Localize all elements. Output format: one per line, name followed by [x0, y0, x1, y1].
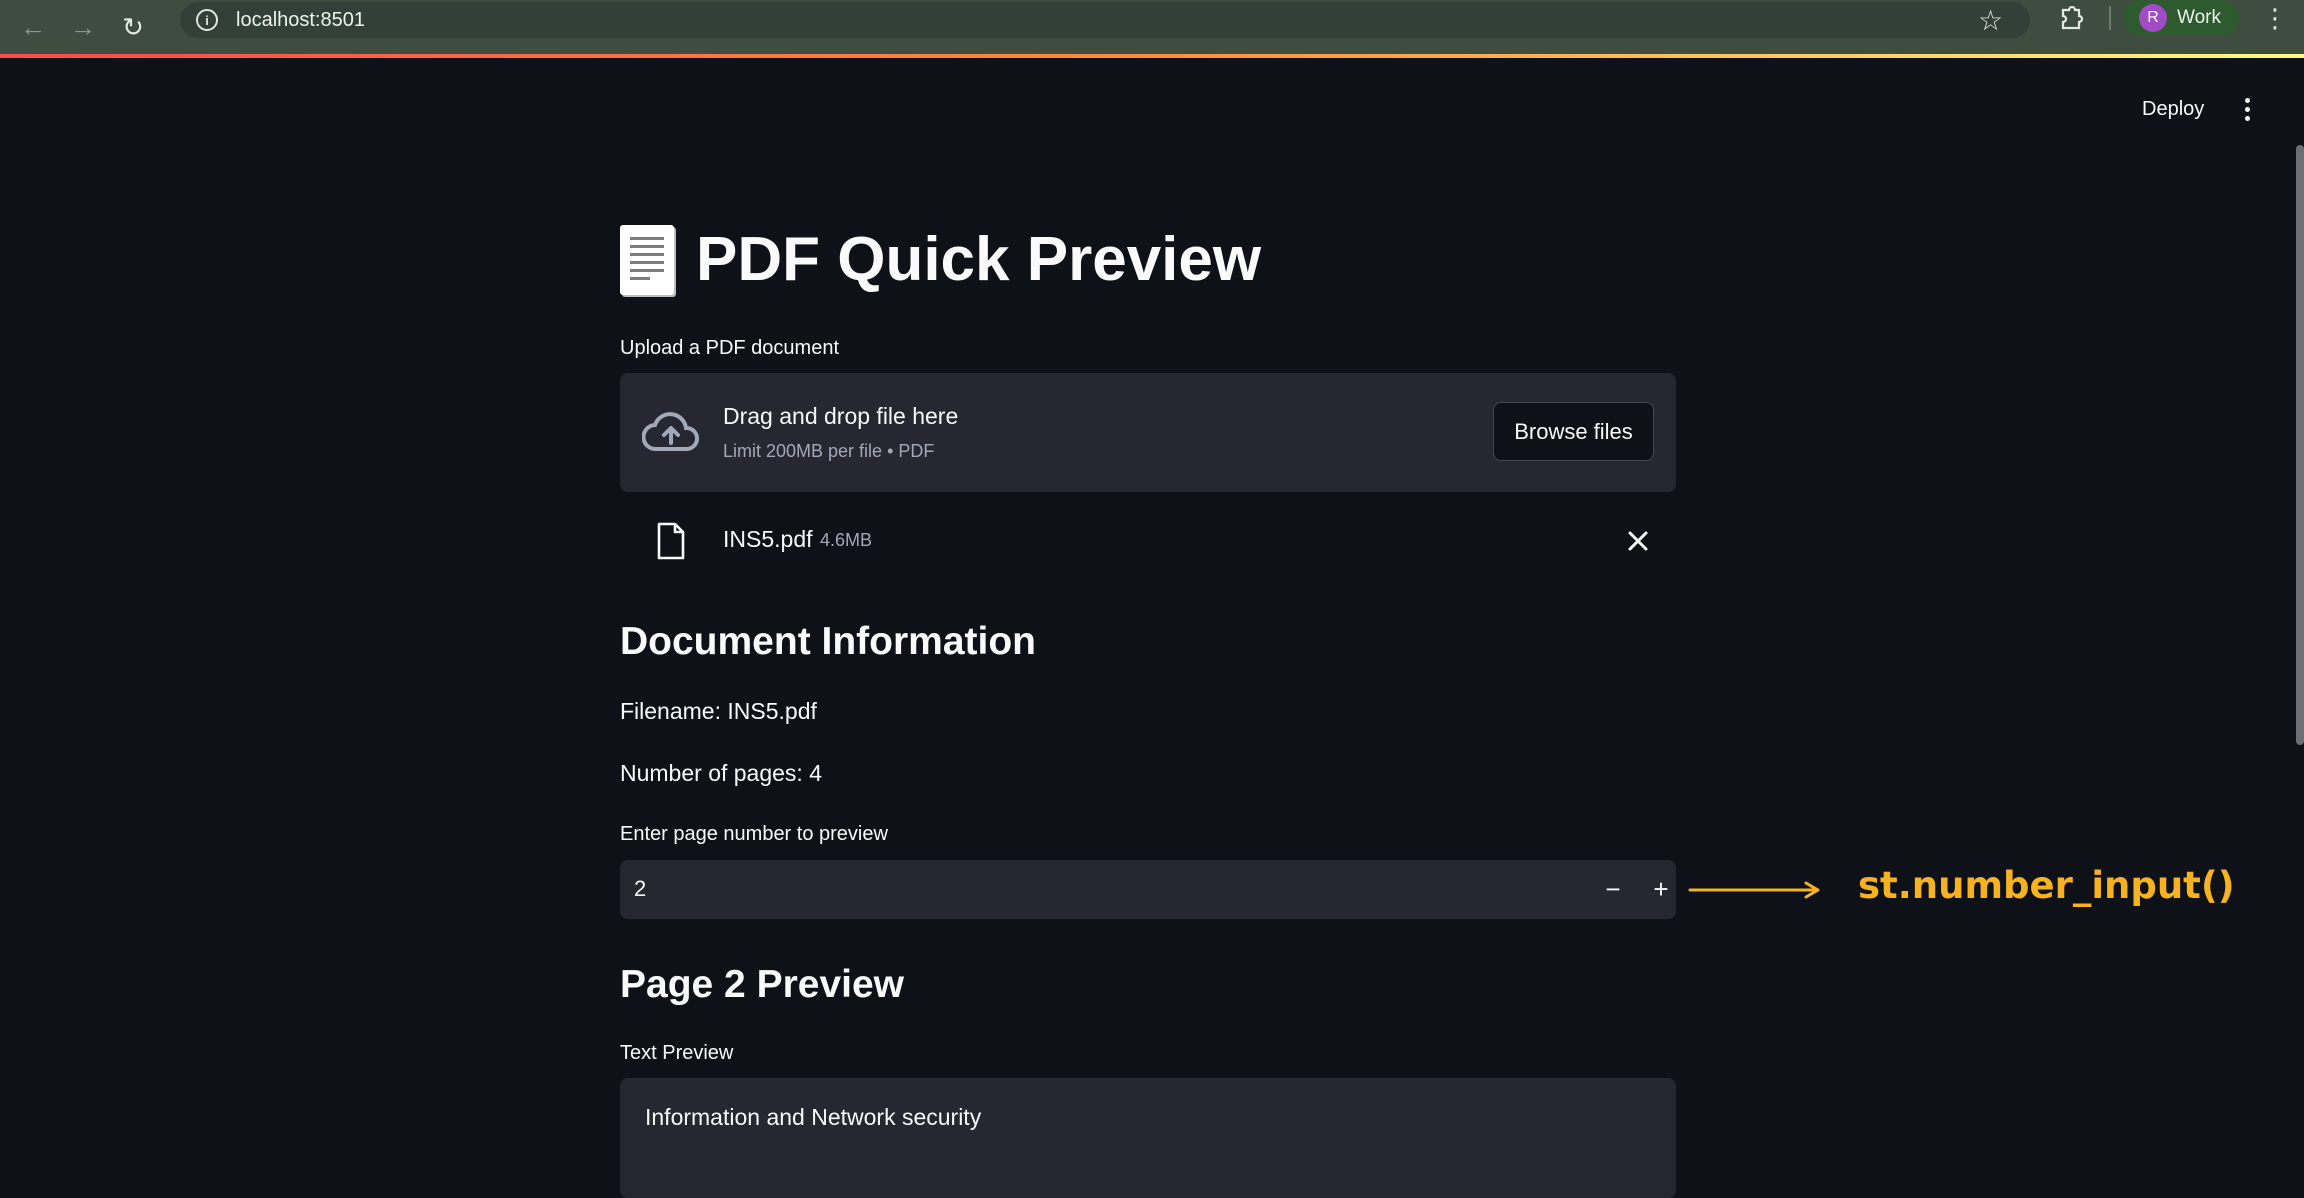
reload-icon[interactable]: ↻	[116, 10, 150, 44]
cloud-upload-icon	[642, 412, 699, 451]
uploaded-file-row: INS5.pdf 4.6MB	[620, 512, 1676, 566]
avatar: R	[2139, 4, 2167, 32]
increment-button[interactable]: +	[1644, 872, 1678, 906]
address-bar[interactable]: i localhost:8501	[180, 2, 2030, 38]
address-url[interactable]: localhost:8501	[236, 9, 365, 32]
text-preview-box: Information and Network security	[620, 1078, 1676, 1198]
bookmark-star-icon[interactable]: ☆	[1978, 4, 2003, 37]
extensions-icon[interactable]	[2055, 2, 2087, 34]
filename-text: Filename: INS5.pdf	[620, 698, 817, 724]
uploaded-file-name: INS5.pdf	[723, 526, 813, 552]
document-info-heading: Document Information	[620, 620, 1036, 663]
profile-name: Work	[2177, 7, 2221, 28]
page-number-input[interactable]: 2 − +	[620, 860, 1676, 919]
uploader-label: Upload a PDF document	[620, 337, 840, 359]
decrement-button[interactable]: −	[1596, 872, 1630, 906]
annotation-label: st.number_input()	[1858, 864, 2235, 907]
file-icon	[657, 522, 685, 560]
forward-icon[interactable]: →	[66, 10, 100, 44]
toolbar-divider	[2109, 6, 2111, 30]
header-decoration	[0, 54, 2304, 58]
file-dropzone[interactable]: Drag and drop file here Limit 200MB per …	[620, 373, 1676, 492]
page-title: PDF Quick Preview	[620, 224, 1261, 295]
dropzone-limit: Limit 200MB per file • PDF	[723, 441, 935, 461]
text-preview-line: Information and Network security	[645, 1104, 982, 1130]
text-preview-label: Text Preview	[620, 1042, 734, 1064]
annotation-arrow	[1688, 881, 1820, 899]
page-preview-heading: Page 2 Preview	[620, 963, 905, 1006]
scrollbar[interactable]	[2296, 145, 2304, 745]
page-number-label: Enter page number to preview	[620, 823, 888, 845]
browser-menu-icon[interactable]: ⋮	[2262, 2, 2288, 34]
uploaded-file-size: 4.6MB	[820, 530, 873, 550]
page-facing-up-icon	[620, 224, 674, 295]
site-info-icon[interactable]: i	[196, 9, 218, 31]
dropzone-title: Drag and drop file here	[723, 403, 959, 429]
page-count-text: Number of pages: 4	[620, 760, 823, 786]
back-icon[interactable]: ←	[16, 10, 50, 44]
close-icon[interactable]	[1623, 526, 1653, 556]
page-number-value[interactable]: 2	[634, 876, 646, 902]
browse-files-button[interactable]: Browse files	[1493, 402, 1654, 461]
profile-button[interactable]: R Work	[2123, 0, 2239, 36]
page-title-text: PDF Quick Preview	[696, 225, 1262, 294]
main-menu-icon[interactable]	[2230, 92, 2264, 126]
deploy-button[interactable]: Deploy	[2130, 92, 2216, 126]
